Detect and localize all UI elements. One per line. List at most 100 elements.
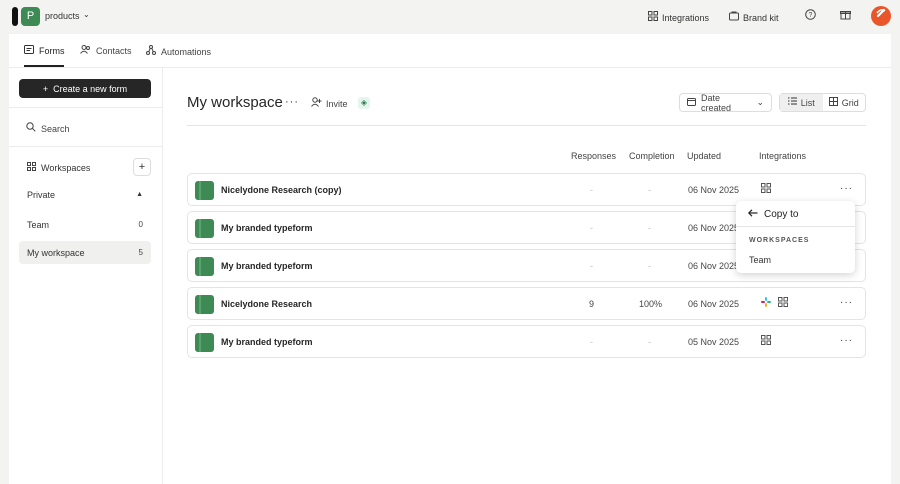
private-label: Private — [27, 189, 56, 200]
gift-icon[interactable] — [837, 9, 853, 25]
sidebar: + Create a new form Search Workspaces + … — [9, 68, 163, 484]
invite-label: Invite — [326, 98, 348, 109]
sidebar-item-count: 0 — [138, 220, 143, 229]
view-toggle: List Grid — [779, 93, 866, 112]
form-thumbnail — [195, 333, 214, 352]
integrations-icon[interactable] — [761, 335, 771, 348]
sidebar-item-count: 5 — [138, 248, 143, 257]
grid-icon — [828, 96, 838, 109]
responses-value: - — [590, 185, 593, 195]
completion-value: - — [648, 337, 651, 347]
tab-label: Automations — [161, 46, 212, 57]
create-form-button[interactable]: + Create a new form — [19, 79, 151, 98]
table-row[interactable]: My branded typeform - - 05 Nov 2025 ··· — [187, 325, 866, 358]
user-avatar[interactable] — [871, 6, 891, 26]
integrations-icon[interactable] — [761, 183, 771, 196]
automation-icon — [146, 45, 156, 58]
responses-value: 9 — [589, 299, 595, 309]
form-name[interactable]: Nicelydone Research (copy) — [221, 185, 342, 195]
chevron-down-icon: ⌄ — [756, 97, 764, 107]
tab-label: Contacts — [96, 46, 132, 56]
form-name[interactable]: Nicelydone Research — [221, 299, 312, 309]
workspace-name[interactable]: products — [45, 11, 80, 21]
responses-value: - — [590, 261, 593, 271]
more-options-icon[interactable]: ··· — [840, 335, 853, 346]
view-grid-button[interactable]: Grid — [823, 94, 866, 111]
add-workspace-button[interactable]: + — [133, 158, 151, 176]
updated-value: 06 Nov 2025 — [688, 299, 740, 309]
svg-text:?: ? — [808, 12, 812, 19]
column-header-updated[interactable]: Updated — [687, 151, 721, 161]
tab-label: Forms — [39, 46, 65, 56]
view-grid-label: Grid — [841, 97, 859, 108]
form-icon — [24, 45, 34, 57]
copy-to-back-button[interactable]: Copy to — [747, 209, 798, 220]
caret-up-icon: ▲ — [136, 191, 143, 198]
sidebar-item-label: Team — [27, 219, 50, 230]
updated-value: 06 Nov 2025 — [688, 185, 740, 195]
workspaces-header: Workspaces — [19, 156, 151, 179]
updated-value: 06 Nov 2025 — [688, 223, 740, 233]
view-list-label: List — [800, 97, 815, 108]
brand-kit-icon — [729, 11, 739, 24]
form-thumbnail — [195, 257, 214, 276]
invite-button[interactable]: Invite — [311, 97, 348, 110]
sort-dropdown[interactable]: Date created ⌄ — [679, 93, 772, 113]
search-icon — [26, 122, 36, 135]
calendar-icon — [687, 97, 696, 109]
form-name[interactable]: My branded typeform — [221, 223, 313, 233]
integrations-icon[interactable] — [778, 297, 788, 310]
more-options-icon[interactable]: ··· — [840, 297, 853, 308]
view-list-button[interactable]: List — [780, 94, 823, 111]
chevron-down-icon[interactable]: ⌄ — [83, 10, 90, 19]
divider — [187, 125, 866, 126]
updated-value: 06 Nov 2025 — [688, 261, 740, 271]
private-section-toggle[interactable]: Private ▲ — [19, 183, 151, 206]
sidebar-item-my-workspace[interactable]: My workspace 5 — [19, 241, 151, 264]
form-thumbnail — [195, 219, 214, 238]
tab-forms[interactable]: Forms — [24, 45, 65, 57]
completion-value: - — [648, 185, 651, 195]
logo-icon[interactable] — [12, 7, 18, 26]
brand-kit-label: Brand kit — [743, 12, 779, 23]
list-icon — [787, 97, 797, 108]
search-button[interactable]: Search — [26, 122, 70, 135]
completion-value: - — [648, 261, 651, 271]
workspace-badge[interactable]: P — [21, 7, 40, 26]
column-header-responses[interactable]: Responses — [571, 151, 616, 161]
tag-icon[interactable]: ◈ — [358, 97, 370, 109]
more-options-icon[interactable]: ··· — [840, 183, 853, 194]
main-tabs: Forms Contacts Automations — [9, 34, 891, 68]
slack-icon[interactable] — [761, 297, 771, 310]
create-form-label: Create a new form — [53, 83, 128, 94]
more-options-icon[interactable]: ··· — [285, 96, 299, 108]
completion-value: 100% — [639, 299, 663, 309]
integrations-link[interactable]: Integrations — [648, 11, 709, 24]
divider — [9, 107, 162, 108]
tab-contacts[interactable]: Contacts — [80, 45, 132, 57]
people-icon — [80, 45, 91, 57]
form-thumbnail — [195, 181, 214, 200]
tab-automations[interactable]: Automations — [146, 45, 211, 58]
table-row[interactable]: Nicelydone Research 9 100% 06 Nov 2025 ·… — [187, 287, 866, 320]
add-user-icon — [311, 97, 322, 110]
arrow-left-icon — [747, 209, 758, 220]
workspaces-label: Workspaces — [41, 162, 91, 173]
brand-kit-link[interactable]: Brand kit — [729, 11, 779, 24]
page-title: My workspace — [187, 94, 283, 111]
form-name[interactable]: My branded typeform — [221, 337, 313, 347]
menu-item-team[interactable]: Team — [749, 255, 771, 265]
form-name[interactable]: My branded typeform — [221, 261, 313, 271]
sidebar-item-team[interactable]: Team 0 — [19, 213, 151, 236]
completion-value: - — [648, 223, 651, 233]
help-icon[interactable]: ? — [802, 9, 818, 25]
integrations-icon — [648, 11, 658, 24]
column-header-integrations: Integrations — [759, 151, 807, 161]
top-bar: P products ⌄ Integrations Brand kit ? — [9, 0, 891, 34]
column-header-completion[interactable]: Completion — [629, 151, 675, 161]
grid-icon — [27, 161, 36, 174]
responses-value: - — [590, 337, 593, 347]
sidebar-item-label: My workspace — [27, 247, 85, 258]
app-frame: P products ⌄ Integrations Brand kit ? Fo… — [9, 0, 891, 484]
form-thumbnail — [195, 295, 214, 314]
